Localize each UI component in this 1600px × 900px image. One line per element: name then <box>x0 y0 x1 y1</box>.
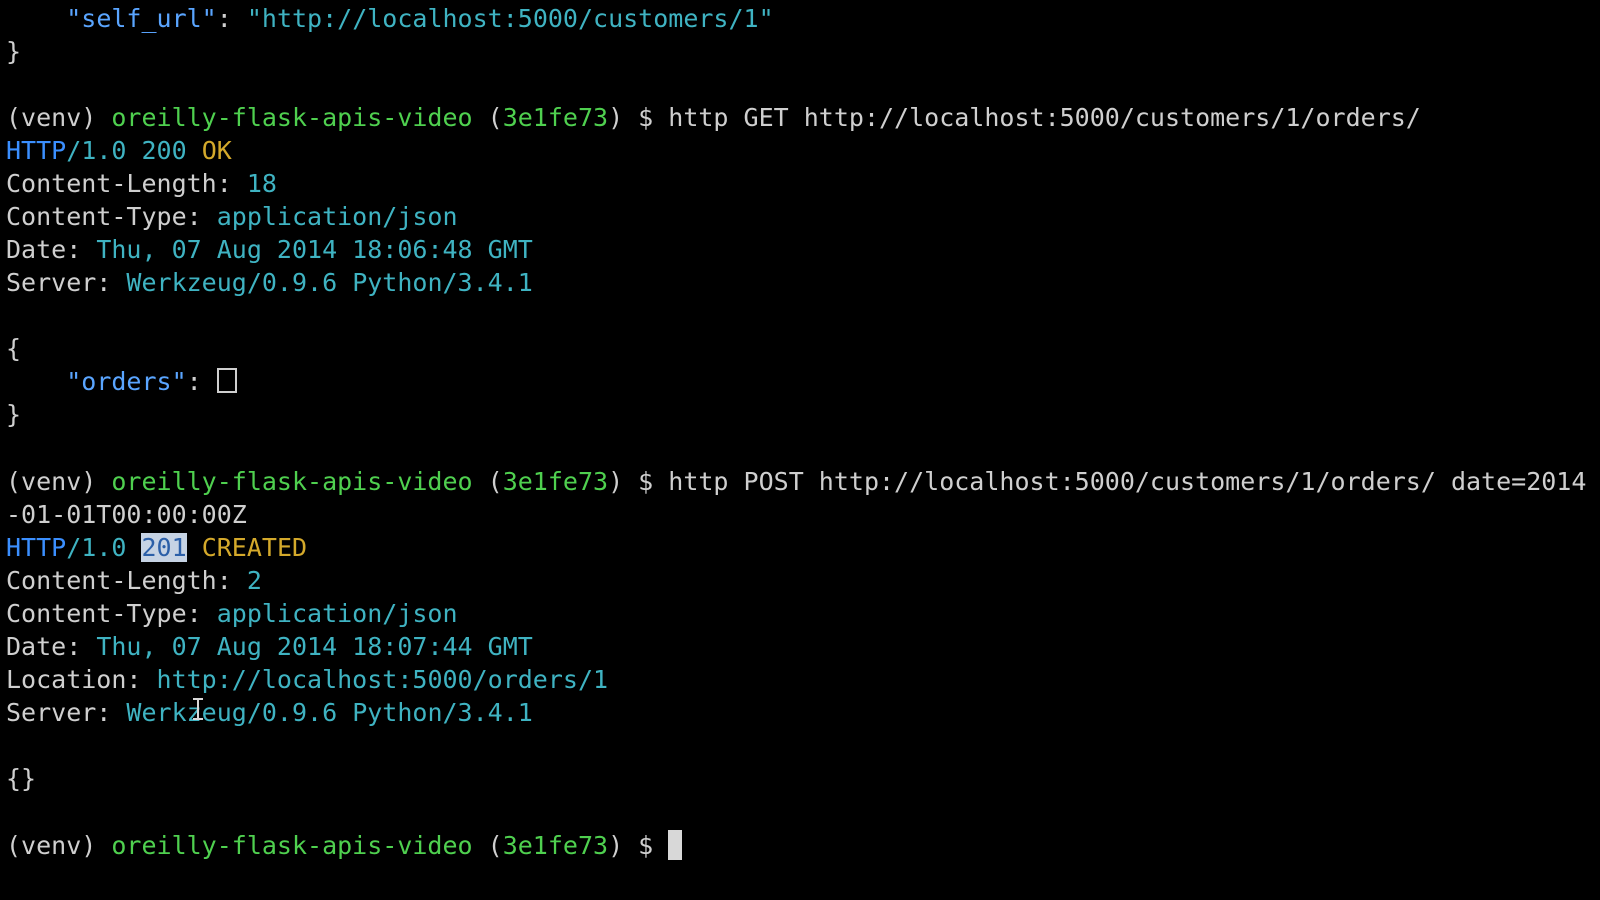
header-value: Thu, 07 Aug 2014 18:07:44 GMT <box>96 632 533 661</box>
header-value: 2 <box>246 566 262 595</box>
command-line-get: (venv) oreilly-flask-apis-video (3e1fe73… <box>6 101 1421 134</box>
prompt-branch: 3e1fe73 <box>502 831 609 860</box>
header-line: Date: Thu, 07 Aug 2014 18:07:44 GMT <box>6 630 533 663</box>
command-text-post: http POST http://localhost:5000/customer… <box>668 467 1587 496</box>
header-name: Server: <box>6 698 127 727</box>
json-key-self-url: "self_url" <box>66 4 217 33</box>
json-self-url-line: "self_url": "http://localhost:5000/custo… <box>6 2 774 35</box>
status-protocol: HTTP <box>6 533 67 562</box>
status-version-code: /1.0 200 <box>66 136 202 165</box>
prompt-symbol: ) $ <box>608 831 669 860</box>
header-value: Werkzeug/0.9.6 Python/3.4.1 <box>126 698 533 727</box>
header-value: application/json <box>216 202 458 231</box>
status-text: OK <box>201 136 232 165</box>
prompt-directory: oreilly-flask-apis-video <box>111 831 473 860</box>
command-line-post: (venv) oreilly-flask-apis-video (3e1fe73… <box>6 465 1586 498</box>
terminal-window[interactable]: "self_url": "http://localhost:5000/custo… <box>0 0 1600 900</box>
json-empty-body: {} <box>6 764 37 793</box>
status-text: CREATED <box>186 533 308 562</box>
prompt-directory: oreilly-flask-apis-video <box>111 103 473 132</box>
ibeam-pointer-icon <box>192 698 204 720</box>
header-name: Location: <box>6 665 157 694</box>
prompt-venv: (venv) <box>6 467 112 496</box>
header-name: Content-Length: <box>6 566 247 595</box>
json-key-orders: "orders" <box>66 367 187 396</box>
prompt-branch-open: ( <box>472 831 503 860</box>
prompt-branch-open: ( <box>472 103 503 132</box>
header-name: Server: <box>6 268 127 297</box>
header-name: Content-Type: <box>6 599 217 628</box>
header-line: Content-Type: application/json <box>6 200 458 233</box>
command-text-post-wrap: -01-01T00:00:00Z <box>6 500 247 529</box>
header-name: Date: <box>6 235 97 264</box>
header-line: Content-Length: 18 <box>6 167 277 200</box>
command-line-current[interactable]: (venv) oreilly-flask-apis-video (3e1fe73… <box>6 829 683 862</box>
header-value: 18 <box>246 169 277 198</box>
block-cursor-icon[interactable] <box>668 830 683 860</box>
status-version: /1.0 <box>66 533 142 562</box>
prompt-venv: (venv) <box>6 831 112 860</box>
header-line: Server: Werkzeug/0.9.6 Python/3.4.1 <box>6 266 533 299</box>
json-value-self-url: "http://localhost:5000/customers/1" <box>246 4 774 33</box>
status-code-selected[interactable]: 201 <box>141 533 187 562</box>
json-close-brace: } <box>6 37 22 66</box>
json-open-brace: { <box>6 334 22 363</box>
header-value: Werkzeug/0.9.6 Python/3.4.1 <box>126 268 533 297</box>
header-value: Thu, 07 Aug 2014 18:06:48 GMT <box>96 235 533 264</box>
header-value-location[interactable]: http://localhost:5000/orders/1 <box>157 665 609 694</box>
header-name: Date: <box>6 632 97 661</box>
json-colon: : <box>216 4 247 33</box>
prompt-branch-open: ( <box>472 467 503 496</box>
header-line: Content-Length: 2 <box>6 564 262 597</box>
prompt-branch: 3e1fe73 <box>502 467 609 496</box>
prompt-directory: oreilly-flask-apis-video <box>111 467 473 496</box>
status-line-get: HTTP/1.0 200 OK <box>6 134 232 167</box>
json-close-brace: } <box>6 400 22 429</box>
empty-array-box-icon <box>216 368 237 393</box>
prompt-symbol: ) $ <box>608 103 669 132</box>
header-name: Content-Length: <box>6 169 247 198</box>
header-line: Date: Thu, 07 Aug 2014 18:06:48 GMT <box>6 233 533 266</box>
prompt-branch: 3e1fe73 <box>502 103 609 132</box>
header-name: Content-Type: <box>6 202 217 231</box>
command-text-get: http GET http://localhost:5000/customers… <box>668 103 1421 132</box>
prompt-venv: (venv) <box>6 103 112 132</box>
json-orders-line: "orders": <box>6 365 237 398</box>
status-protocol: HTTP <box>6 136 67 165</box>
header-line: Server: Werkzeug/0.9.6 Python/3.4.1 <box>6 696 533 729</box>
prompt-symbol: ) $ <box>608 467 669 496</box>
json-colon: : <box>186 367 217 396</box>
header-value: application/json <box>216 599 458 628</box>
header-line: Location: http://localhost:5000/orders/1 <box>6 663 608 696</box>
header-line: Content-Type: application/json <box>6 597 458 630</box>
status-line-post: HTTP/1.0 201 CREATED <box>6 531 307 564</box>
